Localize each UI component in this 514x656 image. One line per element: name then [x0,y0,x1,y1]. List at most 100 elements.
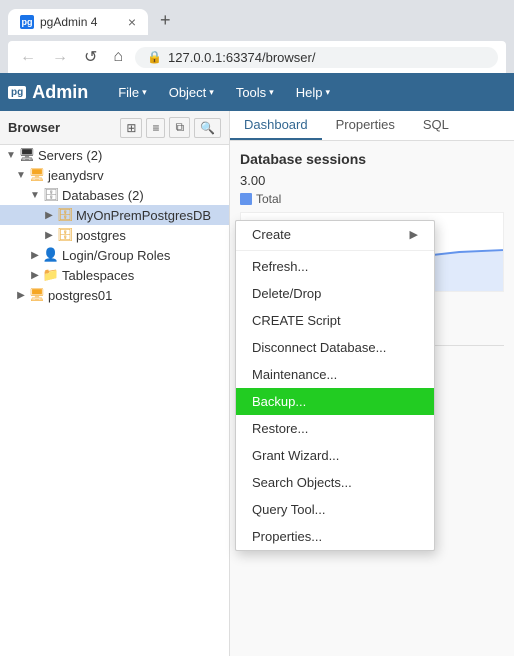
sidebar-title: Browser [8,120,116,135]
tree-toggle-databases: ▼ [28,190,42,201]
tablespace-icon: 📁 [42,267,60,283]
lock-icon: 🔒 [147,50,162,64]
back-button[interactable]: ← [16,46,40,68]
tab-sql[interactable]: SQL [409,111,463,140]
ctx-properties[interactable]: Properties... [236,523,434,550]
menu-object-chevron: ▾ [209,87,214,98]
tab-properties[interactable]: Properties [322,111,409,140]
tree-item-postgres[interactable]: ▶ 🗄 postgres [0,225,229,245]
tree-item-servers[interactable]: ▼ 🖥 Servers (2) [0,145,229,165]
ctx-create-label: Create [252,227,291,242]
tree-item-jeanydsrv[interactable]: ▼ 🖥 jeanydsrv [0,165,229,185]
sidebar-list-icon[interactable]: ≡ [146,118,165,138]
ctx-backup[interactable]: Backup... [236,388,434,415]
ctx-disconnect[interactable]: Disconnect Database... [236,334,434,361]
menu-file[interactable]: File ▾ [108,81,156,104]
ctx-create-arrow: ▶ [410,228,418,241]
new-tab-button[interactable]: + [152,6,179,35]
legend-dot [240,193,252,205]
ctx-disconnect-label: Disconnect Database... [252,340,386,355]
tree-label-servers: Servers (2) [36,148,102,163]
tree-item-postgres01[interactable]: ▶ 🖥 postgres01 [0,285,229,305]
tab-dashboard[interactable]: Dashboard [230,111,322,140]
ctx-delete[interactable]: Delete/Drop [236,280,434,307]
forward-button[interactable]: → [48,46,72,68]
address-bar: ← → ↺ ⌂ 🔒 127.0.0.1:63374/browser/ [8,41,506,73]
app-logo: pg Admin [8,82,88,103]
menu-help[interactable]: Help ▾ [286,81,340,104]
sidebar-table-icon[interactable]: ⊞ [120,118,142,138]
server-icon: 🖥 [18,147,36,163]
server-icon-postgres01: 🖥 [28,287,46,303]
menu-object-label: Object [169,85,207,100]
ctx-delete-label: Delete/Drop [252,286,321,301]
sidebar-filter-icon[interactable]: ⧉ [169,117,190,138]
server-icon-jeanydsrv: 🖥 [28,167,46,183]
ctx-divider-1 [236,250,434,251]
ctx-grant-wizard[interactable]: Grant Wizard... [236,442,434,469]
tree-item-myonprem[interactable]: ▶ 🗄 MyOnPremPostgresDB [0,205,229,225]
tab-label: pgAdmin 4 [40,15,97,29]
db-sessions-value: 3.00 [240,173,504,188]
menu-tools-chevron: ▾ [269,87,274,98]
ctx-properties-label: Properties... [252,529,322,544]
url-text: 127.0.0.1:63374/browser/ [168,50,315,65]
login-icon: 👤 [42,247,60,263]
tree-label-postgres: postgres [74,228,126,243]
tree-item-tablespaces[interactable]: ▶ 📁 Tablespaces [0,265,229,285]
menu-file-chevron: ▾ [142,87,147,98]
chart-legend: Total [240,192,504,206]
tree-item-databases[interactable]: ▼ 🗄 Databases (2) [0,185,229,205]
tab-close-button[interactable]: × [128,14,136,30]
url-field[interactable]: 🔒 127.0.0.1:63374/browser/ [135,47,498,68]
tree-toggle-tablespaces: ▶ [28,270,42,281]
ctx-restore[interactable]: Restore... [236,415,434,442]
database-icon-myonprem: 🗄 [56,207,74,223]
favicon: pg [20,15,34,29]
ctx-create-script-label: CREATE Script [252,313,341,328]
tree-label-jeanydsrv: jeanydsrv [46,168,104,183]
tree-toggle-servers: ▼ [4,150,18,161]
db-sessions-title: Database sessions [240,151,504,167]
ctx-refresh[interactable]: Refresh... [236,253,434,280]
ctx-maintenance-label: Maintenance... [252,367,337,382]
sidebar-header: Browser ⊞ ≡ ⧉ 🔍 [0,111,229,145]
context-menu: Create ▶ Refresh... Delete/Drop CREATE S… [235,220,435,551]
ctx-create[interactable]: Create ▶ [236,221,434,248]
home-button[interactable]: ⌂ [109,46,127,68]
tree-label-postgres01: postgres01 [46,288,112,303]
tree-toggle-postgres01: ▶ [14,290,28,301]
ctx-search-objects[interactable]: Search Objects... [236,469,434,496]
ctx-query-tool-label: Query Tool... [252,502,325,517]
browser-tab[interactable]: pg pgAdmin 4 × [8,9,148,35]
tree-label-tablespaces: Tablespaces [60,268,134,283]
tree-label-myonprem: MyOnPremPostgresDB [74,208,211,223]
ctx-maintenance[interactable]: Maintenance... [236,361,434,388]
browser-chrome: pg pgAdmin 4 × + ← → ↺ ⌂ 🔒 127.0.0.1:633… [0,0,514,73]
tree-toggle-postgres: ▶ [42,230,56,241]
tree-item-login-roles[interactable]: ▶ 👤 Login/Group Roles [0,245,229,265]
tree-toggle-login: ▶ [28,250,42,261]
menu-help-label: Help [296,85,323,100]
ctx-backup-label: Backup... [252,394,306,409]
app-header: pg Admin File ▾ Object ▾ Tools ▾ Help ▾ [0,73,514,111]
tree-label-login: Login/Group Roles [60,248,170,263]
ctx-refresh-label: Refresh... [252,259,308,274]
ctx-query-tool[interactable]: Query Tool... [236,496,434,523]
logo-box: pg [8,86,26,99]
tab-bar: pg pgAdmin 4 × + ← → ↺ ⌂ 🔒 127.0.0.1:633… [0,0,514,73]
tree-toggle-jeanydsrv: ▼ [14,170,28,181]
menu-tools[interactable]: Tools ▾ [226,81,284,104]
database-icon: 🗄 [42,187,60,203]
ctx-grant-wizard-label: Grant Wizard... [252,448,339,463]
panel-tabs: Dashboard Properties SQL [230,111,514,141]
ctx-create-script[interactable]: CREATE Script [236,307,434,334]
tree-label-databases: Databases (2) [60,188,144,203]
legend-label: Total [256,192,281,206]
refresh-button[interactable]: ↺ [80,45,101,69]
ctx-restore-label: Restore... [252,421,308,436]
menu-object[interactable]: Object ▾ [159,81,224,104]
menu-tools-label: Tools [236,85,266,100]
sidebar-search-icon[interactable]: 🔍 [194,118,221,138]
menu-help-chevron: ▾ [325,87,330,98]
